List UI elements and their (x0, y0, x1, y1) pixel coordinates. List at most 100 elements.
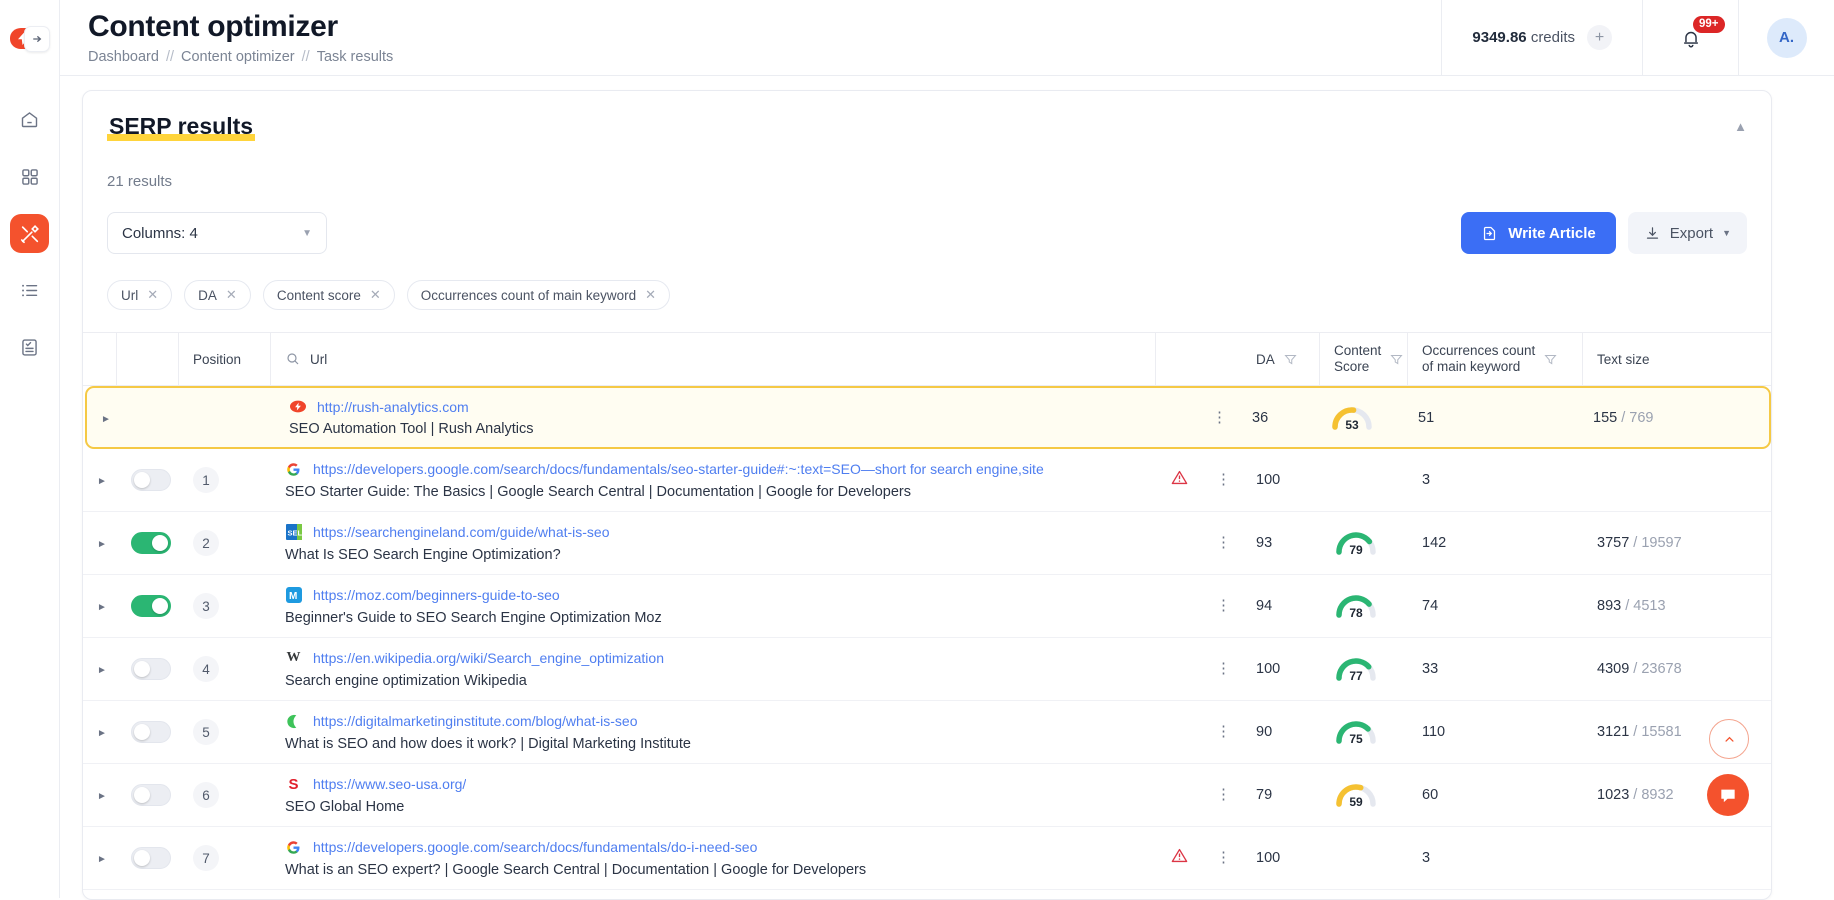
search-icon[interactable] (285, 351, 301, 367)
seo-usa-favicon: S (288, 775, 299, 793)
breadcrumb-item-task-results[interactable]: Task results (317, 49, 394, 65)
row-toggle-cell[interactable] (117, 469, 179, 491)
position-badge: 6 (193, 782, 219, 808)
controls-row: Columns: 4 ▼ Write Article Export ▼ (83, 212, 1771, 254)
row-menu-button[interactable]: ⋮ (1198, 410, 1238, 426)
row-menu-button[interactable]: ⋮ (1202, 787, 1242, 803)
close-icon[interactable]: ✕ (226, 287, 237, 303)
chip-url[interactable]: Url ✕ (107, 280, 173, 310)
toggle-knob (134, 724, 150, 740)
row-url-link[interactable]: https://searchengineland.com/guide/what-… (313, 524, 610, 540)
row-enable-toggle[interactable] (131, 532, 171, 554)
row-url-link[interactable]: https://digitalmarketinginstitute.com/bl… (313, 713, 637, 729)
row-da-value: 100 (1256, 661, 1281, 677)
row-menu-button[interactable]: ⋮ (1202, 661, 1242, 677)
chip-occurrences[interactable]: Occurrences count of main keyword ✕ (406, 280, 671, 310)
row-url-link[interactable]: https://developers.google.com/search/doc… (313, 839, 757, 855)
chip-content-score[interactable]: Content score ✕ (262, 280, 395, 310)
row-page-title: SEO Starter Guide: The Basics | Google S… (285, 483, 911, 500)
sidebar (0, 76, 60, 898)
chat-button[interactable] (1707, 774, 1749, 816)
avatar[interactable]: A. (1766, 17, 1807, 58)
row-page-title: What is an SEO expert? | Google Search C… (285, 861, 867, 878)
row-toggle-cell[interactable] (117, 595, 179, 617)
row-expand-button[interactable]: ► (87, 410, 121, 426)
row-expand-button[interactable]: ► (83, 535, 117, 551)
row-menu-button[interactable]: ⋮ (1202, 850, 1242, 866)
sidebar-item-dashboard[interactable] (10, 157, 49, 196)
table-row-target-site[interactable]: ► http://rush-analytics.com SEO Automation… (85, 386, 1771, 449)
arrow-right-icon[interactable] (23, 26, 50, 52)
avatar-cell[interactable]: A. (1738, 0, 1834, 75)
chevron-up-icon[interactable]: ▲ (1734, 113, 1747, 134)
table-row[interactable]: ► 7 https://developers.google.com/search/d… (83, 827, 1771, 890)
row-toggle-cell[interactable] (117, 847, 179, 869)
row-menu-button[interactable]: ⋮ (1202, 472, 1242, 488)
filter-icon[interactable] (1389, 352, 1404, 367)
row-expand-button[interactable]: ► (83, 661, 117, 677)
row-url-link[interactable]: https://en.wikipedia.org/wiki/Search_eng… (313, 650, 664, 666)
row-enable-toggle[interactable] (131, 658, 171, 680)
close-icon[interactable]: ✕ (645, 287, 656, 303)
row-expand-button[interactable]: ► (83, 598, 117, 614)
row-enable-toggle[interactable] (131, 469, 171, 491)
row-toggle-cell[interactable] (117, 784, 179, 806)
table-row[interactable]: ► 2 SEL https://searchengineland.com/guide/… (83, 512, 1771, 575)
plus-icon[interactable]: + (1587, 25, 1612, 50)
row-enable-toggle[interactable] (131, 595, 171, 617)
row-url-link[interactable]: https://moz.com/beginners-guide-to-seo (313, 587, 560, 603)
scroll-to-top-button[interactable] (1709, 719, 1749, 759)
row-content-score: 59 (1320, 782, 1408, 809)
row-url-link[interactable]: https://www.seo-usa.org/ (313, 776, 466, 792)
table-row[interactable]: ► 5 https://digitalmarketinginstitute.com/… (83, 701, 1771, 764)
row-expand-button[interactable]: ► (83, 787, 117, 803)
row-menu-button[interactable]: ⋮ (1202, 535, 1242, 551)
results-count: 21 results (107, 173, 173, 190)
header-content-score: Content Score (1320, 332, 1408, 386)
warning-triangle-icon[interactable] (1170, 848, 1189, 869)
row-text-size: 3757 / 19597 (1583, 535, 1771, 551)
write-article-button[interactable]: Write Article (1461, 212, 1616, 254)
export-button[interactable]: Export ▼ (1627, 212, 1747, 254)
sidebar-item-tools[interactable] (10, 214, 49, 253)
columns-select[interactable]: Columns: 4 ▼ (107, 212, 327, 254)
breadcrumb-item-content-optimizer[interactable]: Content optimizer (181, 49, 295, 65)
table-row[interactable]: ► 1 https://developers.google.com/search/d… (83, 449, 1771, 512)
warning-triangle-icon[interactable] (1170, 470, 1189, 491)
breadcrumb-item-dashboard[interactable]: Dashboard (88, 49, 159, 65)
row-toggle-cell[interactable] (117, 532, 179, 554)
row-expand-button[interactable]: ► (83, 472, 117, 488)
chip-da[interactable]: DA ✕ (184, 280, 251, 310)
filter-icon[interactable] (1283, 352, 1298, 367)
sidebar-item-home[interactable] (10, 100, 49, 139)
row-toggle-cell[interactable] (117, 658, 179, 680)
row-expand-button[interactable]: ► (83, 850, 117, 866)
sidebar-item-reports[interactable] (10, 328, 49, 367)
row-enable-toggle[interactable] (131, 847, 171, 869)
text-size-total: / 8932 (1633, 787, 1674, 803)
table-row[interactable]: ► 6 Shttps://www.seo-usa.org/SEO Global Ho… (83, 764, 1771, 827)
table-row[interactable]: ► 4 Whttps://en.wikipedia.org/wiki/Search_… (83, 638, 1771, 701)
row-url-cell: https://digitalmarketinginstitute.com/bl… (271, 703, 1156, 762)
row-url-line: Whttps://en.wikipedia.org/wiki/Search_en… (285, 650, 1156, 667)
row-url-link[interactable]: https://developers.google.com/search/doc… (313, 461, 1044, 477)
row-url-link[interactable]: http://rush-analytics.com (317, 399, 469, 415)
row-page-title: SEO Automation Tool | Rush Analytics (289, 421, 534, 437)
row-position-cell: 7 (179, 845, 271, 871)
table-row[interactable]: ► 3 Mhttps://moz.com/beginners-guide-to-se… (83, 575, 1771, 638)
row-expand-button[interactable]: ► (83, 724, 117, 740)
row-occurrences-value: 142 (1422, 535, 1447, 551)
close-icon[interactable]: ✕ (147, 287, 158, 303)
row-enable-toggle[interactable] (131, 784, 171, 806)
row-menu-button[interactable]: ⋮ (1202, 724, 1242, 740)
content-score-gauge (1334, 467, 1378, 493)
row-page-title: SEO Global Home (285, 798, 405, 815)
row-menu-button[interactable]: ⋮ (1202, 598, 1242, 614)
sidebar-item-lists[interactable] (10, 271, 49, 310)
filter-icon[interactable] (1543, 352, 1558, 367)
notifications-button[interactable]: 99+ (1642, 0, 1738, 75)
row-toggle-cell[interactable] (117, 721, 179, 743)
row-enable-toggle[interactable] (131, 721, 171, 743)
close-icon[interactable]: ✕ (370, 287, 381, 303)
row-occurrences-value: 74 (1422, 598, 1439, 614)
